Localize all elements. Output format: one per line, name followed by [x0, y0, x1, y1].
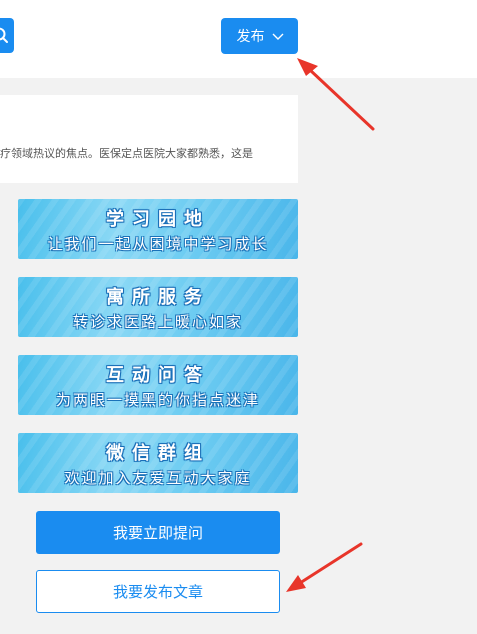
banner-study-garden[interactable]: 学习园地 让我们一起从困境中学习成长: [18, 199, 298, 259]
banner-title: 学习园地: [106, 209, 210, 230]
search-icon: [0, 27, 8, 43]
annotation-arrow-bottom: [286, 542, 363, 592]
banner-title: 寓所服务: [106, 287, 210, 308]
banner-subtitle: 转诊求医路上暖心如家: [72, 313, 243, 331]
article-snippet: 疗领域热议的焦点。医保定点医院大家都熟悉，这是: [0, 147, 253, 160]
article-card[interactable]: 疗领域热议的焦点。医保定点医院大家都熟悉，这是: [0, 95, 298, 183]
publish-dropdown-button[interactable]: 发布: [221, 18, 298, 54]
banner-title: 微信群组: [106, 443, 210, 464]
banner-subtitle: 让我们一起从困境中学习成长: [47, 235, 269, 253]
publish-label: 发布: [236, 28, 265, 44]
banner-subtitle: 为两眼一摸黑的你指点迷津: [55, 391, 260, 409]
post-article-button[interactable]: 我要发布文章: [36, 570, 280, 613]
chevron-down-icon: [272, 33, 283, 40]
banner-subtitle: 欢迎加入友爱互动大家庭: [64, 469, 252, 487]
banner-qa[interactable]: 互动问答 为两眼一摸黑的你指点迷津: [18, 355, 298, 415]
banner-residence-service[interactable]: 寓所服务 转诊求医路上暖心如家: [18, 277, 298, 337]
search-button[interactable]: [0, 18, 14, 53]
top-bar: 发布: [0, 0, 477, 78]
banner-title: 互动问答: [106, 365, 210, 386]
banner-wechat-groups[interactable]: 微信群组 欢迎加入友爱互动大家庭: [18, 433, 298, 493]
ask-question-button[interactable]: 我要立即提问: [36, 511, 280, 554]
